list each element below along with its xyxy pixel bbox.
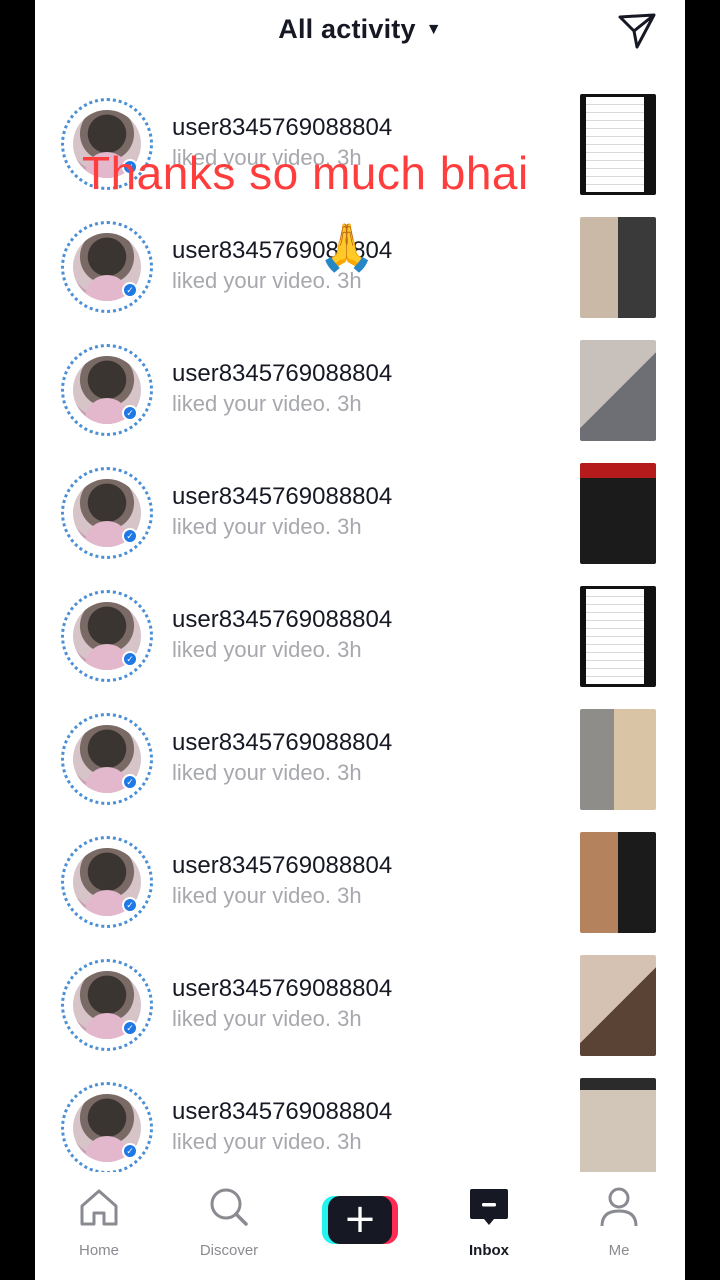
activity-row[interactable]: ✓ user8345769088804 liked your video. 3h [35, 703, 685, 826]
activity-username[interactable]: user8345769088804 [172, 852, 392, 880]
activity-username[interactable]: user8345769088804 [172, 114, 392, 142]
messenger-badge-icon: ✓ [122, 282, 138, 298]
avatar[interactable]: ✓ [61, 221, 153, 313]
video-thumbnail[interactable] [580, 340, 656, 441]
video-thumbnail[interactable] [580, 217, 656, 318]
activity-text: liked your video. 3h [172, 391, 362, 416]
caret-down-icon: ▼ [425, 21, 442, 38]
activity-username[interactable]: user8345769088804 [172, 360, 392, 388]
thumbnail-content [586, 589, 644, 684]
activity-text: liked your video. 3h [172, 1129, 362, 1154]
messenger-badge-icon: ✓ [122, 897, 138, 913]
activity-filter-dropdown[interactable]: All activity ▼ [35, 14, 685, 45]
activity-text: liked your video. 3h [172, 883, 362, 908]
nav-home[interactable]: Home [51, 1186, 147, 1259]
avatar[interactable]: ✓ [61, 344, 153, 436]
nav-inbox[interactable]: Inbox [441, 1186, 537, 1259]
thumbnail-content [586, 97, 644, 192]
inbox-icon [470, 1189, 508, 1225]
activity-row[interactable]: ✓ user8345769088804 liked your video. 3h [35, 457, 685, 580]
activity-username[interactable]: user8345769088804 [172, 483, 392, 511]
avatar[interactable]: ✓ [61, 836, 153, 928]
nav-inbox-label: Inbox [469, 1242, 509, 1259]
profile-icon [600, 1187, 638, 1227]
search-icon [210, 1188, 248, 1226]
bottom-nav: Home Discover + Inbox Me [35, 1172, 685, 1280]
praying-hands-emoji: 🙏 [318, 221, 376, 273]
nav-discover-label: Discover [199, 1242, 259, 1259]
activity-username[interactable]: user8345769088804 [172, 606, 392, 634]
nav-me-label: Me [608, 1242, 630, 1259]
nav-me[interactable]: Me [571, 1186, 667, 1259]
messenger-badge-icon: ✓ [122, 1143, 138, 1159]
avatar[interactable]: ✓ [61, 713, 153, 805]
activity-row[interactable]: ✓ user8345769088804 liked your video. 3h [35, 949, 685, 1072]
video-thumbnail[interactable] [580, 955, 656, 1056]
plus-icon: + [328, 1196, 392, 1244]
create-button[interactable]: + [322, 1196, 398, 1244]
messenger-badge-icon: ✓ [122, 528, 138, 544]
video-caption-overlay: Thanks so much bhai [82, 147, 529, 199]
video-thumbnail[interactable] [580, 1078, 656, 1179]
activity-username[interactable]: user8345769088804 [172, 1098, 392, 1126]
avatar[interactable]: ✓ [61, 1082, 153, 1174]
activity-text: liked your video. 3h [172, 637, 362, 662]
activity-text: liked your video. 3h [172, 514, 362, 539]
activity-text: liked your video. 3h [172, 1006, 362, 1031]
messenger-badge-icon: ✓ [122, 651, 138, 667]
messenger-badge-icon: ✓ [122, 405, 138, 421]
messenger-badge-icon: ✓ [122, 1020, 138, 1036]
activity-username[interactable]: user8345769088804 [172, 975, 392, 1003]
activity-row[interactable]: ✓ user8345769088804 liked your video. 3h [35, 580, 685, 703]
avatar[interactable]: ✓ [61, 959, 153, 1051]
header-title: All activity [278, 14, 416, 44]
video-thumbnail[interactable] [580, 832, 656, 933]
header: All activity ▼ [35, 0, 685, 64]
activity-text: liked your video. 3h [172, 760, 362, 785]
avatar[interactable]: ✓ [61, 467, 153, 559]
messenger-badge-icon: ✓ [122, 774, 138, 790]
avatar[interactable]: ✓ [61, 590, 153, 682]
nav-home-label: Home [78, 1242, 119, 1259]
video-thumbnail[interactable] [580, 463, 656, 564]
activity-username[interactable]: user8345769088804 [172, 729, 392, 757]
app-screen: All activity ▼ ✓ user8345769088804 liked yo… [35, 0, 685, 1280]
nav-discover[interactable]: Discover [181, 1186, 277, 1259]
video-thumbnail[interactable] [580, 586, 656, 687]
home-icon [80, 1189, 118, 1226]
activity-row[interactable]: ✓ user8345769088804 liked your video. 3h [35, 334, 685, 457]
video-thumbnail[interactable] [580, 94, 656, 195]
send-icon[interactable] [617, 12, 657, 50]
activity-row[interactable]: ✓ user8345769088804 liked your video. 3h [35, 826, 685, 949]
video-thumbnail[interactable] [580, 709, 656, 810]
